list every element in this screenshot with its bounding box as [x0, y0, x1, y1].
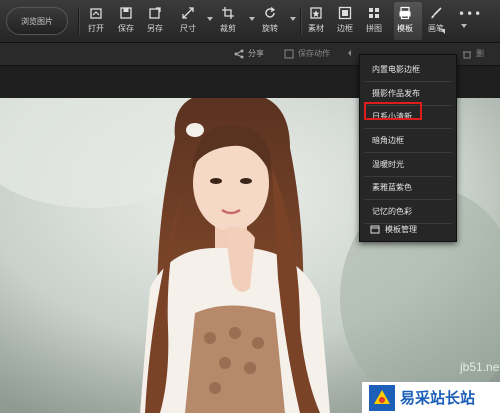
resize-label: 尺寸 — [180, 24, 196, 33]
share-icon — [234, 49, 244, 58]
share-button[interactable]: 分享 — [234, 48, 264, 59]
save-action-label: 保存动作 — [298, 49, 330, 58]
watermark-site-short: jb51.net — [460, 360, 500, 374]
menu-item-vignette-border[interactable]: 暗角边框 — [360, 129, 456, 151]
save-icon — [120, 7, 132, 19]
menu-item-builtin-film-border[interactable]: 内置电影边框 — [360, 58, 456, 80]
template-button[interactable]: 模板 — [397, 6, 413, 38]
brush-icon — [431, 7, 442, 19]
toolbar-separator — [300, 8, 301, 34]
open-button[interactable]: 打开 — [88, 6, 104, 38]
watermark-logo-icon — [369, 384, 395, 411]
template-manage-icon — [370, 225, 380, 234]
template-dropdown-menu: 内置电影边框 摄影作品发布 日系小清新 暗角边框 温暖时光 素雅蓝紫色 记忆的色… — [359, 54, 457, 242]
menu-item-warm-time[interactable]: 温暖时光 — [360, 153, 456, 175]
open-label: 打开 — [88, 24, 104, 33]
save-action-icon — [284, 49, 294, 58]
template-manage-label: 模板管理 — [385, 224, 417, 234]
more-icon: ••• — [458, 7, 483, 21]
save-as-label: 另存 — [147, 24, 163, 33]
crop-icon — [222, 7, 234, 19]
save-button[interactable]: 保存 — [118, 6, 134, 38]
template-label: 模板 — [397, 24, 413, 33]
material-label: 素材 — [308, 24, 324, 33]
watermark-logo: 易采站长站 — [362, 382, 500, 413]
delete-icon — [463, 51, 471, 58]
rotate-label: 旋转 — [262, 24, 278, 33]
template-icon — [399, 6, 411, 20]
more-dropdown-caret[interactable] — [461, 24, 467, 28]
collage-button[interactable]: 拼图 — [366, 6, 382, 38]
save-as-icon — [149, 7, 161, 19]
delete-label: 删 — [476, 49, 484, 58]
rotate-dropdown-caret[interactable] — [290, 17, 296, 21]
save-label: 保存 — [118, 24, 134, 33]
border-icon — [338, 6, 352, 20]
collage-icon — [369, 8, 379, 18]
main-toolbar: 浏览图片 打开 保存 另存 尺寸 裁剪 旋转 素材 边框 拼图 模板 画笔 ••… — [0, 0, 500, 43]
resize-icon — [182, 7, 194, 19]
resize-button[interactable]: 尺寸 — [180, 6, 196, 38]
toolbar-separator — [78, 8, 79, 34]
menu-item-template-manage[interactable]: 模板管理 — [360, 218, 456, 240]
watermark-site-name: 易采站长站 — [400, 390, 476, 407]
menu-item-elegant-blue-purple[interactable]: 素雅蓝紫色 — [360, 176, 456, 198]
material-button[interactable]: 素材 — [308, 6, 324, 38]
share-label: 分享 — [248, 49, 264, 58]
crop-label: 裁剪 — [220, 24, 236, 33]
crop-dropdown-caret[interactable] — [249, 17, 255, 21]
open-icon — [90, 8, 102, 19]
collage-label: 拼图 — [366, 24, 382, 33]
undo-button[interactable] — [346, 48, 360, 58]
selected-item-highlight — [364, 102, 422, 120]
delete-button[interactable]: 删 — [462, 48, 484, 59]
save-action-button[interactable]: 保存动作 — [284, 48, 330, 59]
crop-button[interactable]: 裁剪 — [220, 6, 236, 38]
border-label: 边框 — [337, 24, 353, 33]
menu-item-photo-publish[interactable]: 摄影作品发布 — [360, 82, 456, 104]
rotate-button[interactable]: 旋转 — [262, 6, 278, 38]
browse-images-button[interactable]: 浏览图片 — [6, 7, 68, 35]
resize-dropdown-caret[interactable] — [207, 17, 213, 21]
undo-icon — [348, 50, 351, 56]
border-button[interactable]: 边框 — [337, 6, 353, 38]
rotate-icon — [265, 6, 276, 18]
material-icon — [310, 7, 322, 19]
brush-corner-indicator — [440, 29, 445, 34]
save-as-button[interactable]: 另存 — [147, 6, 163, 38]
